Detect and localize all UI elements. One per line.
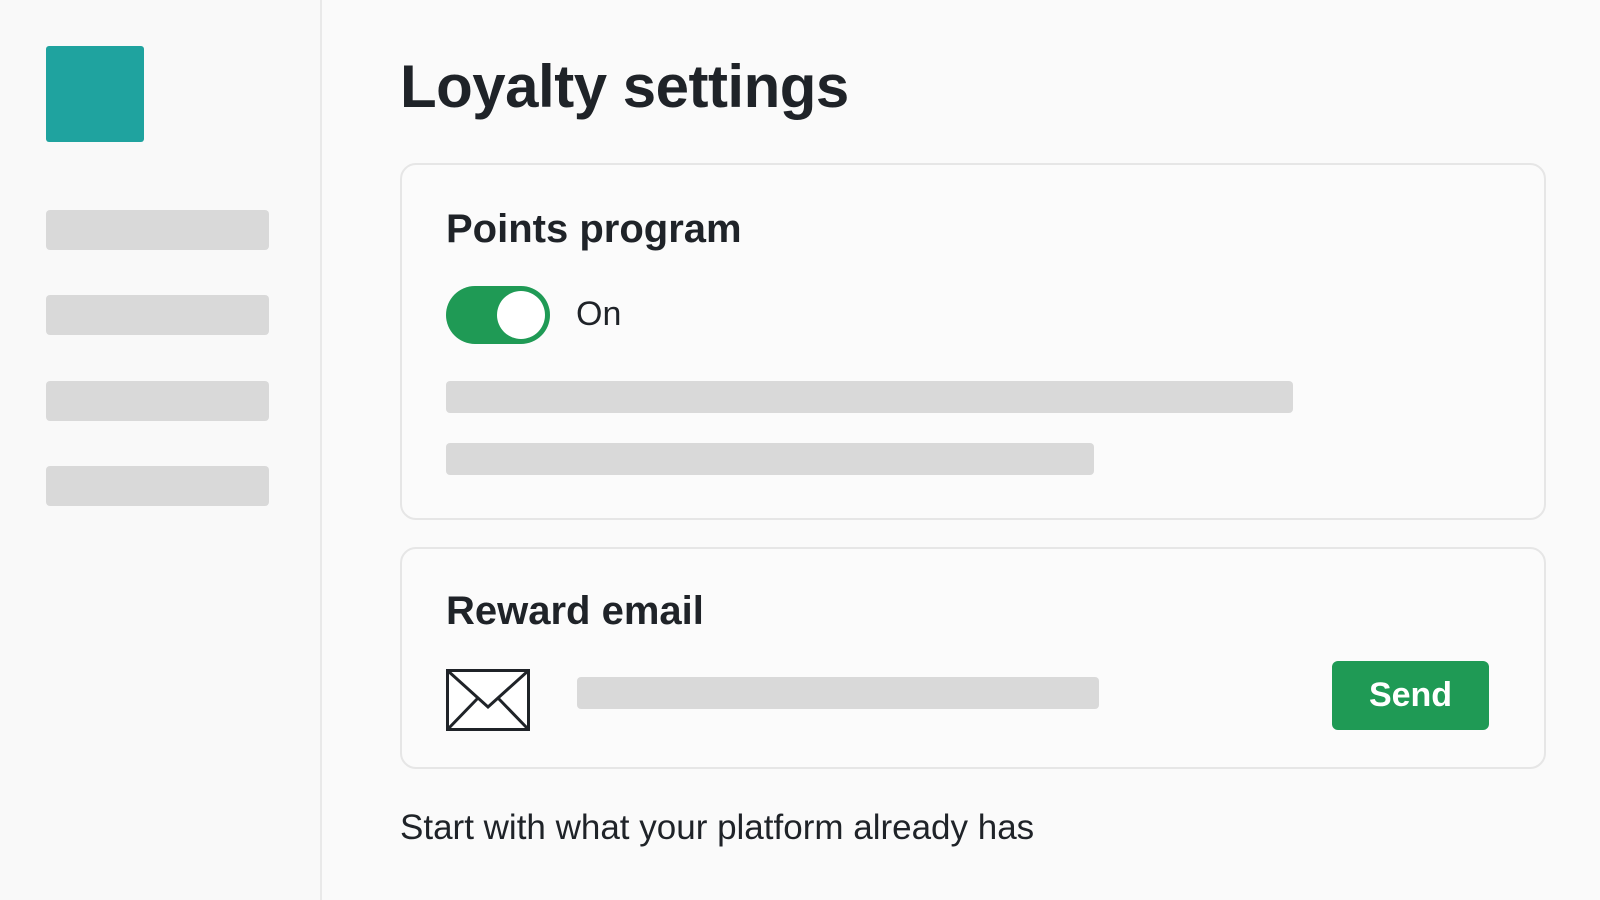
sidebar (0, 0, 322, 900)
reward-email-title: Reward email (446, 589, 704, 633)
description-placeholder-line (446, 381, 1293, 413)
send-button[interactable]: Send (1332, 661, 1489, 730)
points-program-title: Points program (446, 207, 742, 251)
toggle-knob (497, 291, 545, 339)
toggle-state-label: On (576, 295, 622, 333)
sidebar-item-3[interactable] (46, 381, 269, 421)
envelope-icon (446, 669, 530, 731)
points-program-toggle[interactable] (446, 286, 550, 344)
reward-email-card: Reward email Send (400, 547, 1546, 769)
description-placeholder-line (446, 443, 1094, 475)
footer-text: Start with what your platform already ha… (400, 808, 1035, 847)
sidebar-item-4[interactable] (46, 466, 269, 506)
page-title: Loyalty settings (400, 53, 849, 120)
points-program-card: Points program On (400, 163, 1546, 520)
sidebar-item-1[interactable] (46, 210, 269, 250)
sidebar-item-2[interactable] (46, 295, 269, 335)
main-content: Loyalty settings Points program On Rewar… (322, 0, 1600, 900)
logo[interactable] (46, 46, 144, 142)
email-input[interactable] (577, 677, 1099, 709)
